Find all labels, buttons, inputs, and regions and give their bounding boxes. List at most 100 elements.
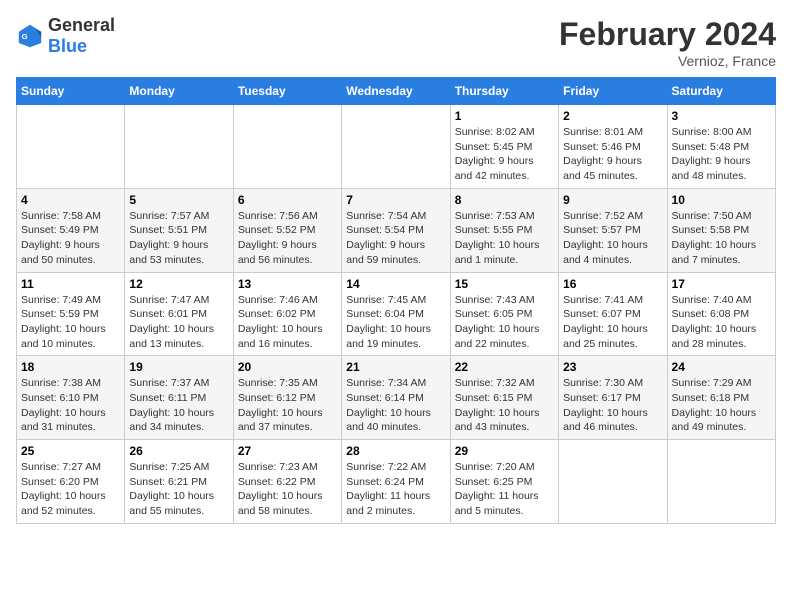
calendar-cell: 17 Sunrise: 7:40 AM Sunset: 6:08 PM Dayli… <box>667 272 775 356</box>
week-row-3: 11 Sunrise: 7:49 AM Sunset: 5:59 PM Dayli… <box>17 272 776 356</box>
calendar-cell: 23 Sunrise: 7:30 AM Sunset: 6:17 PM Dayli… <box>559 356 667 440</box>
day-info: Sunrise: 7:54 AM Sunset: 5:54 PM Dayligh… <box>346 209 445 268</box>
calendar-cell: 2 Sunrise: 8:01 AM Sunset: 5:46 PM Daylig… <box>559 105 667 189</box>
day-number: 15 <box>455 277 554 291</box>
day-info: Sunrise: 7:56 AM Sunset: 5:52 PM Dayligh… <box>238 209 337 268</box>
logo-general-text: General <box>48 15 115 35</box>
day-header-friday: Friday <box>559 78 667 105</box>
day-info: Sunrise: 7:43 AM Sunset: 6:05 PM Dayligh… <box>455 293 554 352</box>
calendar-cell: 7Sunrise: 7:54 AM Sunset: 5:54 PM Daylig… <box>342 188 450 272</box>
calendar-cell: 19 Sunrise: 7:37 AM Sunset: 6:11 PM Dayli… <box>125 356 233 440</box>
calendar-cell: 22 Sunrise: 7:32 AM Sunset: 6:15 PM Dayli… <box>450 356 558 440</box>
day-info: Sunrise: 7:27 AM Sunset: 6:20 PM Dayligh… <box>21 460 120 519</box>
day-number: 14 <box>346 277 445 291</box>
calendar-cell: 16 Sunrise: 7:41 AM Sunset: 6:07 PM Dayli… <box>559 272 667 356</box>
day-info: Sunrise: 7:45 AM Sunset: 6:04 PM Dayligh… <box>346 293 445 352</box>
day-info: Sunrise: 7:35 AM Sunset: 6:12 PM Dayligh… <box>238 376 337 435</box>
calendar-cell <box>342 105 450 189</box>
day-header-saturday: Saturday <box>667 78 775 105</box>
calendar-cell: 20Sunrise: 7:35 AM Sunset: 6:12 PM Dayli… <box>233 356 341 440</box>
day-header-thursday: Thursday <box>450 78 558 105</box>
header-row: SundayMondayTuesdayWednesdayThursdayFrid… <box>17 78 776 105</box>
day-number: 9 <box>563 193 662 207</box>
day-header-tuesday: Tuesday <box>233 78 341 105</box>
week-row-1: 1Sunrise: 8:02 AM Sunset: 5:45 PM Daylig… <box>17 105 776 189</box>
page-header: G General Blue February 2024 Vernioz, Fr… <box>16 16 776 69</box>
calendar-cell: 9 Sunrise: 7:52 AM Sunset: 5:57 PM Daylig… <box>559 188 667 272</box>
day-info: Sunrise: 7:41 AM Sunset: 6:07 PM Dayligh… <box>563 293 662 352</box>
calendar-cell: 25 Sunrise: 7:27 AM Sunset: 6:20 PM Dayli… <box>17 440 125 524</box>
calendar-cell: 21 Sunrise: 7:34 AM Sunset: 6:14 PM Dayli… <box>342 356 450 440</box>
day-number: 26 <box>129 444 228 458</box>
calendar-cell: 27 Sunrise: 7:23 AM Sunset: 6:22 PM Dayli… <box>233 440 341 524</box>
calendar-cell: 12Sunrise: 7:47 AM Sunset: 6:01 PM Dayli… <box>125 272 233 356</box>
day-info: Sunrise: 7:38 AM Sunset: 6:10 PM Dayligh… <box>21 376 120 435</box>
week-row-5: 25 Sunrise: 7:27 AM Sunset: 6:20 PM Dayli… <box>17 440 776 524</box>
calendar-cell: 15 Sunrise: 7:43 AM Sunset: 6:05 PM Dayli… <box>450 272 558 356</box>
calendar-cell <box>559 440 667 524</box>
day-number: 10 <box>672 193 771 207</box>
calendar-cell: 10Sunrise: 7:50 AM Sunset: 5:58 PM Dayli… <box>667 188 775 272</box>
day-info: Sunrise: 8:01 AM Sunset: 5:46 PM Dayligh… <box>563 125 662 184</box>
logo-icon: G <box>16 22 44 50</box>
day-number: 21 <box>346 360 445 374</box>
calendar-cell: 6 Sunrise: 7:56 AM Sunset: 5:52 PM Daylig… <box>233 188 341 272</box>
day-number: 25 <box>21 444 120 458</box>
title-block: February 2024 Vernioz, France <box>559 16 776 69</box>
day-info: Sunrise: 7:25 AM Sunset: 6:21 PM Dayligh… <box>129 460 228 519</box>
day-info: Sunrise: 7:30 AM Sunset: 6:17 PM Dayligh… <box>563 376 662 435</box>
day-number: 16 <box>563 277 662 291</box>
day-info: Sunrise: 7:32 AM Sunset: 6:15 PM Dayligh… <box>455 376 554 435</box>
day-number: 23 <box>563 360 662 374</box>
calendar-cell: 28 Sunrise: 7:22 AM Sunset: 6:24 PM Dayli… <box>342 440 450 524</box>
week-row-2: 4Sunrise: 7:58 AM Sunset: 5:49 PM Daylig… <box>17 188 776 272</box>
calendar-cell: 24Sunrise: 7:29 AM Sunset: 6:18 PM Dayli… <box>667 356 775 440</box>
day-info: Sunrise: 7:52 AM Sunset: 5:57 PM Dayligh… <box>563 209 662 268</box>
day-info: Sunrise: 7:37 AM Sunset: 6:11 PM Dayligh… <box>129 376 228 435</box>
day-number: 28 <box>346 444 445 458</box>
calendar-cell <box>233 105 341 189</box>
day-info: Sunrise: 7:23 AM Sunset: 6:22 PM Dayligh… <box>238 460 337 519</box>
day-header-sunday: Sunday <box>17 78 125 105</box>
calendar-cell: 13 Sunrise: 7:46 AM Sunset: 6:02 PM Dayli… <box>233 272 341 356</box>
day-number: 4 <box>21 193 120 207</box>
day-number: 3 <box>672 109 771 123</box>
day-info: Sunrise: 7:22 AM Sunset: 6:24 PM Dayligh… <box>346 460 445 519</box>
calendar-cell: 14 Sunrise: 7:45 AM Sunset: 6:04 PM Dayli… <box>342 272 450 356</box>
calendar-cell: 11 Sunrise: 7:49 AM Sunset: 5:59 PM Dayli… <box>17 272 125 356</box>
day-info: Sunrise: 7:29 AM Sunset: 6:18 PM Dayligh… <box>672 376 771 435</box>
day-info: Sunrise: 7:49 AM Sunset: 5:59 PM Dayligh… <box>21 293 120 352</box>
day-number: 6 <box>238 193 337 207</box>
day-number: 2 <box>563 109 662 123</box>
svg-text:G: G <box>22 32 28 41</box>
logo-blue-text: Blue <box>48 36 87 56</box>
day-info: Sunrise: 8:02 AM Sunset: 5:45 PM Dayligh… <box>455 125 554 184</box>
calendar-cell <box>667 440 775 524</box>
day-number: 8 <box>455 193 554 207</box>
day-info: Sunrise: 8:00 AM Sunset: 5:48 PM Dayligh… <box>672 125 771 184</box>
day-number: 18 <box>21 360 120 374</box>
day-info: Sunrise: 7:40 AM Sunset: 6:08 PM Dayligh… <box>672 293 771 352</box>
day-number: 19 <box>129 360 228 374</box>
calendar-cell <box>125 105 233 189</box>
day-info: Sunrise: 7:46 AM Sunset: 6:02 PM Dayligh… <box>238 293 337 352</box>
logo-text: General Blue <box>48 16 115 57</box>
day-number: 17 <box>672 277 771 291</box>
calendar-cell: 26 Sunrise: 7:25 AM Sunset: 6:21 PM Dayli… <box>125 440 233 524</box>
day-info: Sunrise: 7:34 AM Sunset: 6:14 PM Dayligh… <box>346 376 445 435</box>
day-info: Sunrise: 7:20 AM Sunset: 6:25 PM Dayligh… <box>455 460 554 519</box>
day-number: 11 <box>21 277 120 291</box>
location-text: Vernioz, France <box>559 53 776 69</box>
calendar-cell: 3 Sunrise: 8:00 AM Sunset: 5:48 PM Daylig… <box>667 105 775 189</box>
day-number: 5 <box>129 193 228 207</box>
day-number: 27 <box>238 444 337 458</box>
day-number: 22 <box>455 360 554 374</box>
day-number: 13 <box>238 277 337 291</box>
week-row-4: 18 Sunrise: 7:38 AM Sunset: 6:10 PM Dayli… <box>17 356 776 440</box>
calendar-cell: 29 Sunrise: 7:20 AM Sunset: 6:25 PM Dayli… <box>450 440 558 524</box>
day-header-monday: Monday <box>125 78 233 105</box>
day-number: 29 <box>455 444 554 458</box>
calendar-table: SundayMondayTuesdayWednesdayThursdayFrid… <box>16 77 776 524</box>
calendar-cell: 4Sunrise: 7:58 AM Sunset: 5:49 PM Daylig… <box>17 188 125 272</box>
logo: G General Blue <box>16 16 115 57</box>
